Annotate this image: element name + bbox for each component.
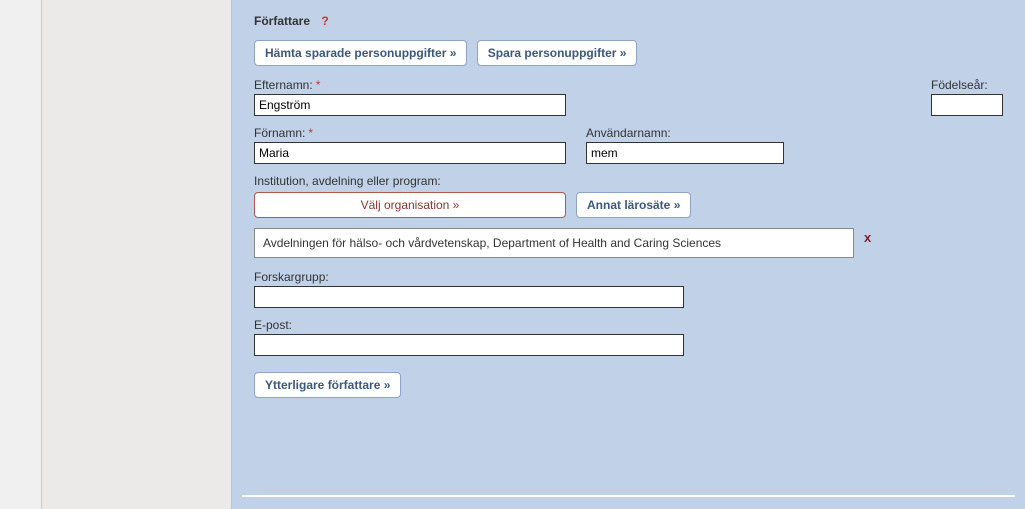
firstname-input[interactable] (254, 142, 566, 164)
field-lastname: Efternamn:* (254, 78, 566, 116)
bottom-divider (242, 495, 1015, 509)
personal-buttons-row: Hämta sparade personuppgifter » Spara pe… (254, 40, 1003, 66)
help-icon[interactable]: ? (321, 14, 328, 28)
row-firstname-username: Förnamn:* Användarnamn: (254, 126, 1003, 164)
birthyear-input[interactable] (931, 94, 1003, 116)
org-button-row: Välj organisation » Annat lärosäte » (254, 192, 1003, 218)
label-birthyear: Födelseår: (931, 78, 1003, 92)
field-researchgroup: Forskargrupp: (254, 270, 1003, 308)
field-username: Användarnamn: (586, 126, 784, 164)
sidebar (42, 0, 232, 509)
label-email: E-post: (254, 318, 1003, 332)
label-lastname: Efternamn:* (254, 78, 566, 92)
row-name-birth: Efternamn:* Födelseår: (254, 78, 1003, 116)
username-input[interactable] (586, 142, 784, 164)
org-box: Avdelningen för hälso- och vårdvetenskap… (254, 228, 854, 258)
label-username: Användarnamn: (586, 126, 784, 140)
save-personal-button[interactable]: Spara personuppgifter » (477, 40, 638, 66)
label-institution: Institution, avdelning eller program: (254, 174, 1003, 188)
fetch-saved-button[interactable]: Hämta sparade personuppgifter » (254, 40, 467, 66)
other-uni-button[interactable]: Annat lärosäte » (576, 192, 691, 218)
email-input[interactable] (254, 334, 684, 356)
more-authors-row: Ytterligare författare » (254, 372, 1003, 398)
researchgroup-input[interactable] (254, 286, 684, 308)
label-researchgroup: Forskargrupp: (254, 270, 1003, 284)
main-panel: Författare ? Hämta sparade personuppgift… (232, 0, 1025, 509)
required-marker: * (308, 126, 313, 140)
org-assignment-row: Avdelningen för hälso- och vårdvetenskap… (254, 228, 1003, 258)
required-marker: * (316, 78, 321, 92)
field-birthyear: Födelseår: (931, 78, 1003, 116)
field-firstname: Förnamn:* (254, 126, 566, 164)
label-firstname: Förnamn:* (254, 126, 566, 140)
choose-org-button[interactable]: Välj organisation » (254, 192, 566, 218)
section-title-row: Författare ? (254, 14, 1003, 28)
more-authors-button[interactable]: Ytterligare författare » (254, 372, 401, 398)
field-email: E-post: (254, 318, 1003, 356)
left-gutter (0, 0, 42, 509)
lastname-input[interactable] (254, 94, 566, 116)
remove-org-icon[interactable]: x (864, 230, 871, 245)
section-title: Författare (254, 14, 310, 28)
